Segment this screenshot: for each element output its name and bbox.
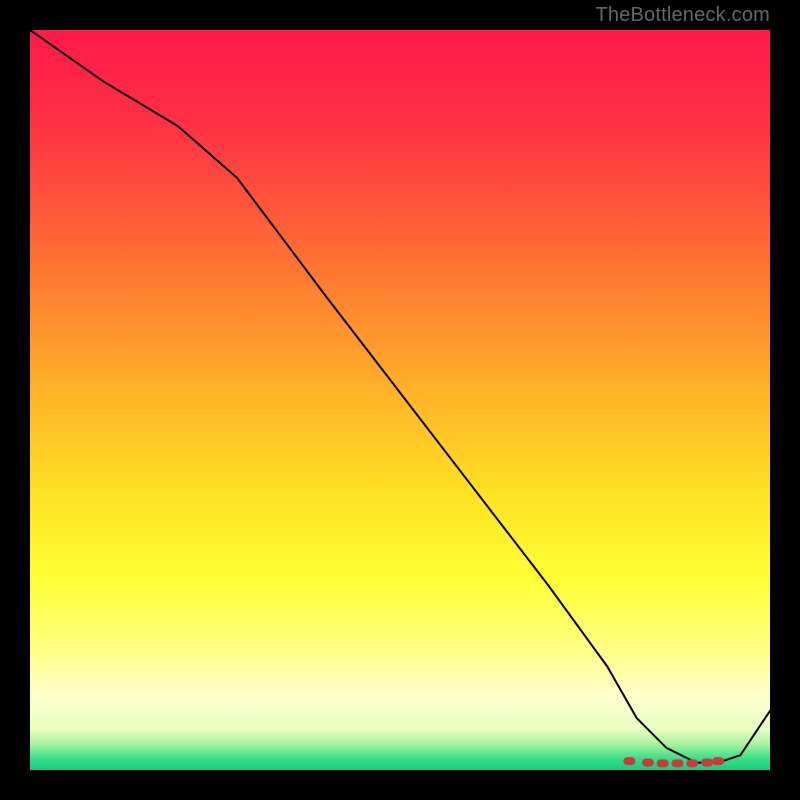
marker-dot [642,759,654,767]
watermark-text: TheBottleneck.com [595,4,770,27]
plot-area [30,30,770,770]
marker-dot [657,759,669,767]
chart-frame: { "watermark": "TheBottleneck.com", "cha… [0,0,800,800]
marker-dot [686,759,698,767]
chart-svg [30,30,770,770]
marker-dot [672,759,684,767]
marker-dot [701,759,713,767]
gradient-bg [30,30,770,770]
marker-dot [623,757,635,765]
marker-dot [712,757,724,765]
